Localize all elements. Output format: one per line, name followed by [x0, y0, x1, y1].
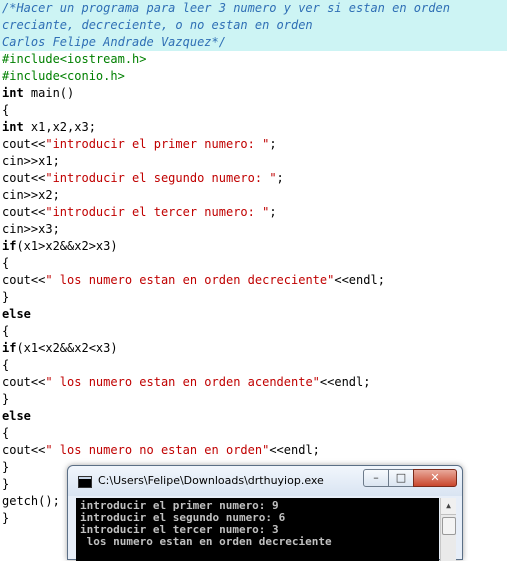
- close-button[interactable]: ✕: [413, 469, 457, 487]
- scrollbar-thumb[interactable]: [442, 517, 456, 535]
- keyword: int: [2, 120, 24, 134]
- brace: }: [2, 392, 10, 406]
- string-literal: " los numero estan en orden acendente": [45, 375, 320, 389]
- maximize-button[interactable]: □: [388, 469, 414, 487]
- code-text: (x1>x2&&x2>x3): [16, 239, 118, 253]
- string-literal: "introducir el primer numero: ": [45, 137, 270, 151]
- code-line: cout<<" los numero no estan en orden"<<e…: [0, 442, 507, 459]
- code-text: ;: [276, 171, 284, 185]
- code-text: x1,x2,x3;: [23, 120, 96, 134]
- code-line: cout<<" los numero estan en orden acende…: [0, 374, 507, 391]
- brace: }: [2, 290, 10, 304]
- code-text: cout<<: [2, 137, 46, 151]
- code-comment: /*Hacer un programa para leer 3 numero y…: [2, 1, 450, 15]
- code-line: if(x1<x2&&x2<x3): [0, 340, 507, 357]
- code-line: cin>>x1;: [0, 153, 507, 170]
- code-text: <<endl;: [269, 443, 320, 457]
- code-line: creciante, decreciente, o no estan en or…: [0, 17, 507, 34]
- code-text: cin>>x2;: [2, 188, 60, 202]
- include-directive: #include<conio.h>: [2, 69, 125, 83]
- code-text: <<endl;: [319, 375, 371, 389]
- brace: }: [2, 511, 10, 525]
- brace: }: [2, 477, 10, 491]
- code-line: if(x1>x2&&x2>x3): [0, 238, 507, 255]
- string-literal: "introducir el tercer numero: ": [45, 205, 270, 219]
- code-line: cin>>x3;: [0, 221, 507, 238]
- brace: {: [2, 324, 10, 338]
- brace: {: [2, 358, 10, 372]
- code-text: cout<<: [2, 205, 46, 219]
- code-line: else: [0, 408, 507, 425]
- code-line: #include<conio.h>: [0, 68, 507, 85]
- code-line: cout<<"introducir el tercer numero: ";: [0, 204, 507, 221]
- code-line: int x1,x2,x3;: [0, 119, 507, 136]
- brace: {: [2, 426, 10, 440]
- keyword: if: [2, 239, 17, 253]
- code-comment: Carlos Felipe Andrade Vazquez*/: [2, 35, 226, 49]
- console-app-icon: [78, 476, 92, 488]
- console-output[interactable]: introducir el primer numero: 9 introduci…: [76, 498, 439, 561]
- code-line: {: [0, 255, 507, 272]
- minimize-button[interactable]: –: [363, 469, 389, 487]
- keyword: if: [2, 341, 17, 355]
- code-text: (x1<x2&&x2<x3): [16, 341, 118, 355]
- code-text: cin>>x3;: [2, 222, 60, 236]
- code-line: {: [0, 102, 507, 119]
- code-text: ;: [269, 137, 277, 151]
- brace: }: [2, 460, 10, 474]
- code-text: cout<<: [2, 171, 46, 185]
- code-text: cout<<: [2, 443, 46, 457]
- console-title: C:\Users\Felipe\Downloads\drthuyiop.exe: [98, 474, 324, 487]
- code-line: cout<<" los numero estan en orden decrec…: [0, 272, 507, 289]
- keyword: else: [2, 409, 31, 423]
- console-window[interactable]: C:\Users\Felipe\Downloads\drthuyiop.exe …: [67, 465, 463, 561]
- include-directive: #include<iostream.h>: [2, 52, 147, 66]
- code-text: <<endl;: [334, 273, 385, 287]
- code-line: {: [0, 323, 507, 340]
- code-text: ;: [269, 205, 277, 219]
- code-line: {: [0, 357, 507, 374]
- console-line: los numero estan en orden decreciente: [80, 535, 332, 548]
- code-line: cout<<"introducir el primer numero: ";: [0, 136, 507, 153]
- code-line: /*Hacer un programa para leer 3 numero y…: [0, 0, 507, 17]
- keyword: int: [2, 86, 24, 100]
- code-text: cin>>x1;: [2, 154, 60, 168]
- code-text: cout<<: [2, 273, 46, 287]
- code-line: {: [0, 425, 507, 442]
- scroll-up-arrow-icon[interactable]: ▲: [441, 498, 456, 515]
- console-titlebar[interactable]: C:\Users\Felipe\Downloads\drthuyiop.exe …: [68, 466, 462, 496]
- code-line: #include<iostream.h>: [0, 51, 507, 68]
- string-literal: " los numero no estan en orden": [45, 443, 270, 457]
- brace: {: [2, 103, 10, 117]
- console-scrollbar[interactable]: ▲: [440, 498, 456, 561]
- code-line: }: [0, 391, 507, 408]
- code-text: cout<<: [2, 375, 46, 389]
- code-line: Carlos Felipe Andrade Vazquez*/: [0, 34, 507, 51]
- string-literal: " los numero estan en orden decreciente": [45, 273, 335, 287]
- code-text: getch();: [2, 494, 60, 508]
- keyword: else: [2, 307, 31, 321]
- code-line: else: [0, 306, 507, 323]
- code-line: cin>>x2;: [0, 187, 507, 204]
- code-comment: creciante, decreciente, o no estan en or…: [2, 18, 313, 32]
- string-literal: "introducir el segundo numero: ": [45, 171, 277, 185]
- brace: {: [2, 256, 10, 270]
- code-line: }: [0, 289, 507, 306]
- code-line: cout<<"introducir el segundo numero: ";: [0, 170, 507, 187]
- code-text: main(): [23, 86, 75, 100]
- code-line: int main(): [0, 85, 507, 102]
